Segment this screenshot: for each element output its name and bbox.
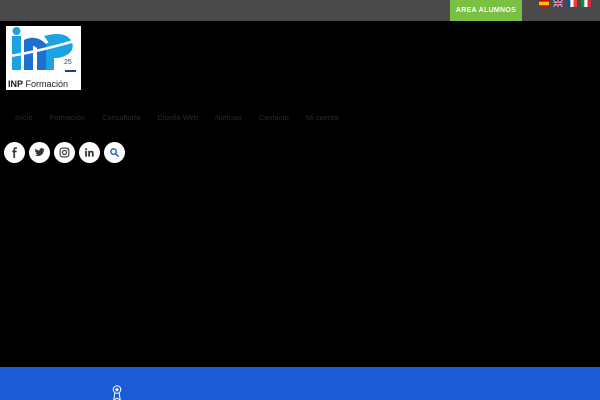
logo-badge-number: 25: [64, 59, 72, 66]
instagram-button[interactable]: [54, 142, 75, 163]
main-navigation: Inicio Formación Consultoría Diseño Web …: [15, 113, 355, 122]
social-links: [4, 142, 125, 163]
spanish-flag-icon[interactable]: [539, 0, 549, 7]
top-bar: AREA ALUMNOS: [0, 0, 600, 21]
linkedin-button[interactable]: [79, 142, 100, 163]
area-alumnos-button[interactable]: AREA ALUMNOS: [450, 0, 522, 21]
twitter-icon: [34, 148, 45, 157]
facebook-icon: [12, 147, 17, 158]
logo-wordmark: INP Formación: [8, 79, 68, 89]
search-button[interactable]: [104, 142, 125, 163]
nav-item-noticias[interactable]: Noticias: [215, 113, 242, 122]
footer-band: [0, 367, 600, 400]
nav-item-formacion[interactable]: Formación: [50, 113, 85, 122]
nav-item-contacto[interactable]: Contacto: [259, 113, 289, 122]
nav-item-consultoria[interactable]: Consultoría: [102, 113, 140, 122]
uk-flag-icon[interactable]: [553, 0, 563, 7]
instagram-icon: [59, 147, 70, 158]
twitter-button[interactable]: [29, 142, 50, 163]
nav-item-inicio[interactable]: Inicio: [15, 113, 33, 122]
nav-item-diseno-web[interactable]: Diseño Web: [157, 113, 198, 122]
logo-name: Formación: [25, 79, 69, 89]
facebook-button[interactable]: [4, 142, 25, 163]
search-icon: [110, 148, 119, 157]
language-switcher: [539, 0, 591, 8]
logo-brand: INP: [8, 79, 24, 89]
linkedin-icon: [85, 148, 94, 157]
nav-item-mi-cuenta[interactable]: Mi cuenta: [306, 113, 339, 122]
award-medal-icon: [112, 385, 122, 400]
site-logo[interactable]: 25 INP Formación: [6, 26, 81, 90]
italian-flag-icon[interactable]: [581, 0, 591, 7]
inp-logo-mark-icon: 25: [9, 27, 79, 72]
french-flag-icon[interactable]: [567, 0, 577, 7]
